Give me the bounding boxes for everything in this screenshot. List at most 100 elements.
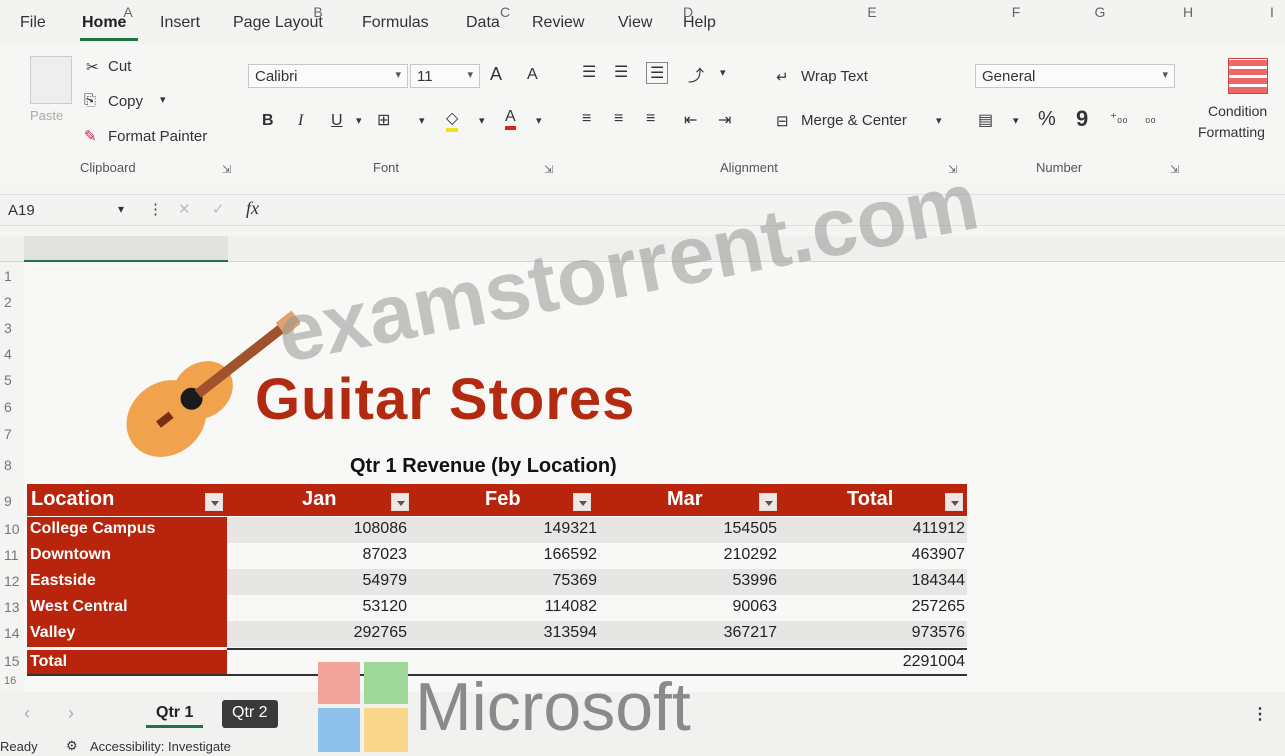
row-header-11[interactable]: 11 [0, 547, 20, 563]
row-header-14[interactable]: 14 [0, 625, 20, 641]
table-row[interactable]: Valley 292765 313594 367217 973576 [27, 621, 967, 647]
column-header-a[interactable]: A [118, 4, 138, 20]
column-header-b[interactable]: B [308, 4, 328, 20]
cell-location[interactable]: College Campus [27, 517, 227, 543]
number-format-select[interactable]: General ▾ [975, 64, 1175, 88]
filter-feb-button[interactable] [573, 493, 591, 511]
fill-color-dropdown-icon[interactable]: ▾ [479, 114, 485, 127]
row-header-12[interactable]: 12 [0, 573, 20, 589]
borders-icon[interactable]: ⊞ [377, 110, 390, 130]
cell-feb[interactable]: 166592 [467, 546, 597, 564]
cell-grand-total[interactable]: 2291004 [835, 653, 965, 671]
format-painter-button[interactable]: Format Painter [108, 128, 207, 145]
wrap-text-button[interactable]: Wrap Text [801, 68, 868, 85]
fill-color-icon[interactable]: ◇ [446, 108, 459, 132]
italic-button[interactable]: I [298, 112, 303, 130]
bold-button[interactable]: B [262, 112, 274, 130]
row-header-1[interactable]: 1 [0, 268, 20, 284]
cell-total[interactable]: 257265 [835, 598, 965, 616]
font-color-dropdown-icon[interactable]: ▾ [536, 114, 542, 127]
row-header-10[interactable]: 10 [0, 521, 20, 537]
comma-style-button[interactable]: 9 [1076, 106, 1088, 132]
table-row[interactable]: Downtown 87023 166592 210292 463907 [27, 543, 967, 569]
filter-mar-button[interactable] [759, 493, 777, 511]
cell-mar[interactable]: 210292 [647, 546, 777, 564]
borders-dropdown-icon[interactable]: ▾ [419, 114, 425, 127]
cell-jan[interactable]: 54979 [277, 572, 408, 590]
table-row[interactable]: West Central 53120 114082 90063 257265 [27, 595, 967, 621]
column-header-h[interactable]: H [1178, 4, 1198, 20]
conditional-formatting-label1[interactable]: Condition [1208, 103, 1267, 119]
accounting-format-icon[interactable]: ▤ [978, 110, 993, 130]
align-left-icon[interactable]: ≡ [582, 110, 591, 128]
row-header-16[interactable]: 16 [0, 675, 20, 687]
cell-location[interactable]: Eastside [27, 569, 227, 595]
cell-mar[interactable]: 367217 [647, 624, 777, 642]
cell-feb[interactable]: 313594 [467, 624, 597, 642]
font-color-icon[interactable]: A [505, 108, 516, 130]
cell-jan[interactable]: 108086 [277, 520, 407, 538]
menu-insert[interactable]: Insert [160, 14, 200, 32]
font-name-select[interactable]: Calibri ▾ [248, 64, 408, 88]
merge-center-button[interactable]: Merge & Center [801, 112, 907, 129]
row-header-15[interactable]: 15 [0, 653, 20, 669]
percent-style-button[interactable]: % [1038, 108, 1056, 131]
row-header-5[interactable]: 5 [0, 372, 20, 388]
grow-font-button[interactable]: A [490, 64, 502, 85]
align-right-icon[interactable]: ≡ [646, 110, 655, 128]
row-header-9[interactable]: 9 [0, 493, 20, 509]
scroll-left-icon[interactable]: ‹ [24, 703, 30, 724]
cell-total[interactable]: 463907 [835, 546, 965, 564]
cell-jan[interactable]: 53120 [277, 598, 408, 616]
cell-mar[interactable]: 90063 [647, 598, 778, 616]
menu-review[interactable]: Review [532, 14, 584, 32]
column-header-g[interactable]: G [1090, 4, 1110, 20]
table-row[interactable]: College Campus 108086 149321 154505 4119… [27, 517, 967, 543]
copy-dropdown-icon[interactable]: ▾ [160, 93, 166, 106]
cell-total-label[interactable]: Total [27, 650, 227, 674]
cell-feb[interactable]: 149321 [467, 520, 597, 538]
column-header-d[interactable]: D [678, 4, 698, 20]
column-header-i[interactable]: I [1262, 4, 1282, 20]
align-center-icon[interactable]: ≡ [614, 110, 623, 128]
conditional-formatting-label2[interactable]: Formatting [1198, 124, 1265, 140]
decrease-indent-icon[interactable]: ⇤ [684, 110, 697, 130]
accessibility-status[interactable]: Accessibility: Investigate [90, 739, 231, 754]
filter-total-button[interactable] [945, 493, 963, 511]
cell-total[interactable]: 411912 [835, 520, 965, 538]
cut-button[interactable]: Cut [108, 58, 131, 75]
cell-jan[interactable]: 292765 [277, 624, 407, 642]
column-header-e[interactable]: E [862, 4, 882, 20]
column-header-c[interactable]: C [495, 4, 515, 20]
align-top-icon[interactable]: ☰ [582, 62, 596, 82]
accounting-dropdown-icon[interactable]: ▾ [1013, 114, 1019, 127]
cell-jan[interactable]: 87023 [277, 546, 408, 564]
row-header-4[interactable]: 4 [0, 346, 20, 362]
conditional-formatting-icon[interactable] [1228, 58, 1268, 94]
tab-qtr1[interactable]: Qtr 1 [146, 700, 204, 728]
cell-location[interactable]: Downtown [27, 543, 227, 569]
merge-dropdown-icon[interactable]: ▾ [936, 114, 942, 127]
scroll-right-icon[interactable]: › [68, 703, 74, 724]
copy-button[interactable]: Copy [108, 93, 143, 110]
name-box[interactable]: A19 [8, 202, 35, 219]
table-row[interactable]: Eastside 54979 75369 53996 184344 [27, 569, 967, 595]
increase-indent-icon[interactable]: ⇥ [718, 110, 731, 130]
underline-dropdown-icon[interactable]: ▾ [356, 114, 362, 127]
more-options-icon[interactable]: ⋮ [1252, 704, 1268, 724]
align-bottom-icon[interactable]: ☰ [646, 62, 669, 84]
shrink-font-button[interactable]: A [527, 66, 538, 84]
cell-mar[interactable]: 154505 [647, 520, 777, 538]
cell-feb[interactable]: 75369 [467, 572, 598, 590]
cell-location[interactable]: Valley [27, 621, 227, 647]
cell-feb[interactable]: 114082 [467, 598, 597, 616]
align-middle-icon[interactable]: ☰ [614, 62, 628, 82]
cell-total[interactable]: 973576 [835, 624, 965, 642]
menu-view[interactable]: View [618, 14, 652, 32]
filter-location-button[interactable] [205, 493, 223, 511]
cell-mar[interactable]: 53996 [647, 572, 778, 590]
insert-function-button[interactable]: fx [246, 198, 259, 219]
menu-file[interactable]: File [20, 14, 46, 32]
font-size-select[interactable]: 11 ▾ [410, 64, 480, 88]
filter-jan-button[interactable] [391, 493, 409, 511]
